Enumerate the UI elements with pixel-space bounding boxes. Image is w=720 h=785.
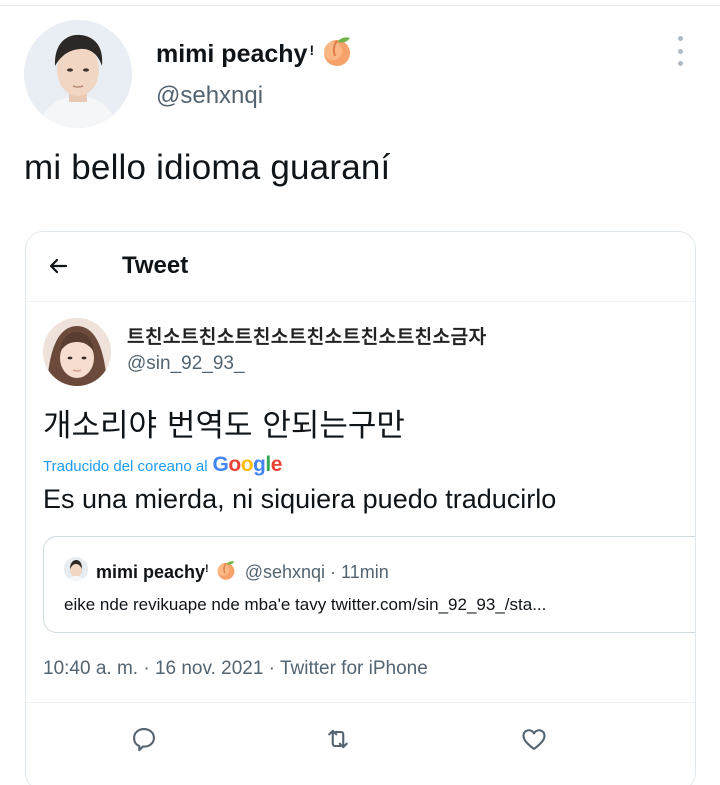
like-icon[interactable] [520,725,548,753]
author-name[interactable]: 트친소트친소트친소트친소트친소트친소금자 [127,322,487,349]
name-exclamation: ! [309,41,315,58]
screenshot-title: Tweet [122,252,189,279]
user-handle[interactable]: @sehxnqi [156,82,263,110]
author-avatar[interactable] [43,318,111,386]
display-name-text: mimi peachy [156,40,308,68]
google-logo: Google [212,453,283,476]
display-name[interactable]: mimi peachy ! [156,34,354,75]
actions-divider [26,702,695,703]
quote-author-name: mimi peachy [96,562,206,582]
quote-header: mimi peachy ! @sehxnqi · 11min [96,559,389,586]
tweet-timestamp[interactable]: 10:40 a. m. · 16 nov. 2021 · Twitter for… [43,658,428,680]
peach-emoji-icon [215,559,237,586]
screenshot-header: Tweet [26,232,695,302]
quote-avatar [64,557,88,581]
original-text: 개소리야 번역도 안되는구만 [43,408,405,444]
author-handle[interactable]: @sin_92_93_ [127,353,245,375]
translated-text: Es una mierda, ni siquiera puedo traduci… [43,484,557,514]
quote-time: · 11min [330,562,389,582]
reply-icon[interactable] [130,725,158,753]
tweet-text: mi bello idioma guaraní [24,148,391,187]
retweet-icon[interactable] [324,725,352,753]
quote-author-handle: @sehxnqi [244,562,326,582]
translation-label: Traducido del coreano al [43,458,208,475]
quote-text: eike nde revikuape nde mba'e tavy twitte… [64,595,547,614]
top-divider [0,0,720,6]
screenshot-card: Tweet 트친소트친소트친소트친소트친소트친소금자 @sin_92_93_ 개… [25,231,696,785]
quote-name-exclamation: ! [205,562,209,575]
translation-attribution[interactable]: Traducido del coreano al Google [43,453,282,477]
peach-emoji-icon [320,34,354,75]
quoted-tweet[interactable]: mimi peachy ! @sehxnqi · 11min eike nde … [43,536,695,633]
back-arrow-icon[interactable] [46,254,70,278]
avatar[interactable] [24,20,132,128]
more-vertical-icon[interactable] [670,36,690,66]
